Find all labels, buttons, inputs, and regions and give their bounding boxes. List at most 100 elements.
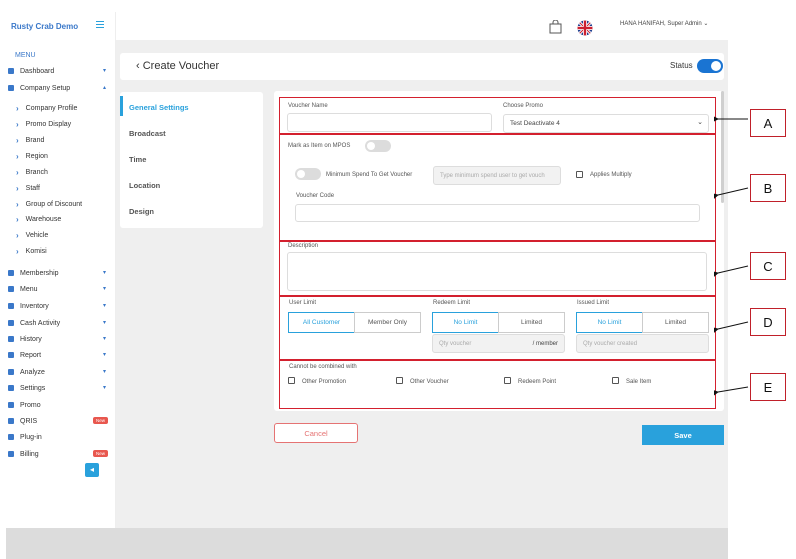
- sidebar-item-label: Analyze: [20, 368, 45, 376]
- sidebar-item-menu[interactable]: Menu ▾: [8, 283, 108, 295]
- back-chevron-icon[interactable]: ‹: [136, 60, 143, 72]
- sidebar-sub-region[interactable]: › Region: [16, 150, 106, 162]
- callout-e: E: [750, 373, 786, 401]
- active-tab-indicator: [120, 96, 123, 116]
- user-name-label: HANA HANIFAH, Super Admin: [620, 21, 702, 27]
- bill-icon: [8, 451, 14, 457]
- sidebar-sub-komisi[interactable]: › Komisi: [16, 245, 106, 257]
- chevron-down-icon: ▾: [102, 270, 106, 276]
- sidebar-item-label: Company Setup: [20, 84, 71, 92]
- sidebar-item-label: Report: [20, 351, 42, 359]
- chevron-down-icon: ▾: [102, 286, 106, 292]
- hamburger-icon[interactable]: [96, 21, 104, 29]
- chevron-right-icon: ›: [16, 103, 19, 113]
- sidebar-item-label: Inventory: [20, 302, 49, 310]
- qr-icon: [8, 418, 14, 424]
- users-icon: [8, 270, 14, 276]
- gear-icon: [8, 385, 14, 391]
- chevron-down-icon: ▾: [102, 320, 106, 326]
- annotation-box-c: [279, 241, 716, 296]
- sidebar-item-label: QRIS: [20, 417, 38, 425]
- chevron-right-icon: ›: [16, 230, 19, 240]
- tab-broadcast[interactable]: Broadcast: [129, 129, 166, 138]
- chevron-down-icon: ▾: [102, 68, 106, 74]
- sidebar-sub-staff[interactable]: › Staff: [16, 182, 106, 194]
- callout-d: D: [750, 308, 786, 336]
- user-name-dropdown[interactable]: HANA HANIFAH, Super Admin ⌄: [620, 20, 708, 27]
- sidebar-item-plug-in[interactable]: Plug-in: [8, 431, 108, 443]
- sidebar-item-company-setup[interactable]: Company Setup ▴: [8, 82, 108, 94]
- sidebar-item-history[interactable]: History ▾: [8, 333, 108, 345]
- box-icon: [8, 303, 14, 309]
- footer-area: [6, 528, 728, 559]
- sidebar-item-qris[interactable]: QRIS New: [8, 415, 108, 427]
- sidebar-sub-company-profile[interactable]: › Company Profile: [16, 102, 106, 114]
- shopping-bag-icon[interactable]: [549, 19, 562, 34]
- sidebar-sub-label: Company Profile: [25, 104, 78, 112]
- status-label: Status: [670, 61, 693, 70]
- callout-c: C: [750, 252, 786, 280]
- annotation-box-d: [279, 296, 716, 360]
- annotation-box-b: [279, 134, 716, 241]
- pie-chart-icon: [8, 369, 14, 375]
- annotation-box-e: [279, 360, 716, 409]
- sidebar-sub-vehicle[interactable]: › Vehicle: [16, 229, 106, 241]
- tab-design[interactable]: Design: [129, 207, 154, 216]
- sidebar-item-label: Membership: [20, 269, 59, 277]
- chevron-right-icon: ›: [16, 151, 19, 161]
- page-title-text: Create Voucher: [142, 60, 220, 72]
- sidebar-item-cash-activity[interactable]: Cash Activity ▾: [8, 317, 108, 329]
- sidebar-item-label: Plug-in: [20, 433, 42, 441]
- sidebar-sub-label: Vehicle: [25, 231, 49, 239]
- sidebar-item-label: Settings: [20, 384, 46, 392]
- sidebar-item-promo[interactable]: Promo: [8, 399, 108, 411]
- brand-name: Rusty Crab Demo: [11, 22, 79, 31]
- annotation-box-a: [279, 97, 716, 134]
- chevron-right-icon: ›: [16, 214, 19, 224]
- tab-time[interactable]: Time: [129, 155, 146, 164]
- chevron-up-icon: ▴: [102, 85, 106, 91]
- sidebar-item-label: Cash Activity: [20, 319, 61, 327]
- history-icon: [8, 336, 14, 342]
- sidebar-sub-label: Group of Discount: [25, 200, 83, 208]
- status-toggle[interactable]: [697, 59, 723, 73]
- sidebar-sub-label: Branch: [25, 168, 48, 176]
- chevron-right-icon: ›: [16, 167, 19, 177]
- sidebar-item-inventory[interactable]: Inventory ▾: [8, 300, 108, 312]
- save-button[interactable]: Save: [642, 425, 724, 445]
- sidebar-item-analyze[interactable]: Analyze ▾: [8, 366, 108, 378]
- sidebar-item-dashboard[interactable]: Dashboard ▾: [8, 65, 108, 77]
- sidebar-sub-warehouse[interactable]: › Warehouse: [16, 213, 106, 225]
- collapse-sidebar-icon[interactable]: ◂: [85, 463, 99, 477]
- plug-icon: [8, 434, 14, 440]
- sidebar-item-settings[interactable]: Settings ▾: [8, 382, 108, 394]
- tab-general-settings[interactable]: General Settings: [129, 103, 189, 112]
- chevron-right-icon: ›: [16, 183, 19, 193]
- sidebar-sub-label: Brand: [25, 136, 45, 144]
- sidebar-sub-label: Staff: [25, 184, 40, 192]
- sidebar-item-report[interactable]: Report ▾: [8, 349, 108, 361]
- tab-location[interactable]: Location: [129, 181, 160, 190]
- sidebar-sub-label: Promo Display: [25, 120, 72, 128]
- dollar-icon: [8, 320, 14, 326]
- sidebar-sub-brand[interactable]: › Brand: [16, 134, 106, 146]
- chevron-down-icon: ▾: [102, 336, 106, 342]
- sidebar-sub-label: Region: [25, 152, 48, 160]
- dashboard-icon: [8, 68, 14, 74]
- sidebar-item-label: Billing: [20, 450, 39, 458]
- annotation-arrows: [714, 116, 749, 396]
- cancel-button[interactable]: Cancel: [274, 423, 358, 443]
- sidebar-sub-branch[interactable]: › Branch: [16, 166, 106, 178]
- sidebar-sub-group-of-discount[interactable]: › Group of Discount: [16, 198, 106, 210]
- uk-flag-icon[interactable]: [577, 20, 593, 36]
- chevron-down-icon: ▾: [102, 352, 106, 358]
- new-badge: New: [92, 417, 108, 424]
- page-title: ‹ Create Voucher: [136, 60, 219, 72]
- chevron-right-icon: ›: [16, 135, 19, 145]
- sidebar-item-label: Dashboard: [20, 67, 55, 75]
- sidebar-item-label: Promo: [20, 401, 41, 409]
- sidebar-item-billing[interactable]: Billing New: [8, 448, 108, 460]
- sidebar-item-membership[interactable]: Membership ▾: [8, 267, 108, 279]
- chevron-right-icon: ›: [16, 119, 19, 129]
- sidebar-sub-promo-display[interactable]: › Promo Display: [16, 118, 106, 130]
